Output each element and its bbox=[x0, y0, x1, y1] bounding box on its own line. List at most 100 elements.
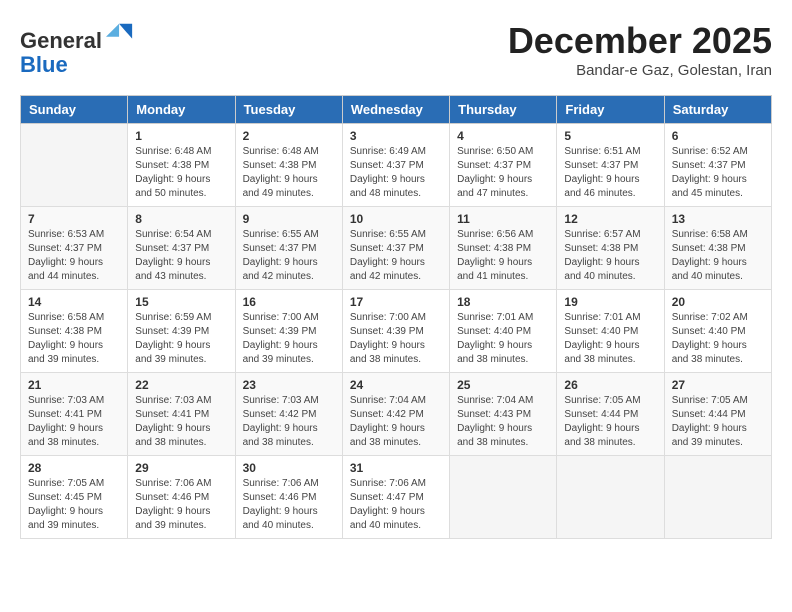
sunrise-text: Sunrise: 7:02 AM bbox=[672, 311, 764, 325]
sunrise-text: Sunrise: 7:05 AM bbox=[564, 394, 656, 408]
day-number: 22 bbox=[135, 378, 227, 392]
sunset-text: Sunset: 4:40 PM bbox=[672, 325, 764, 339]
sunset-text: Sunset: 4:37 PM bbox=[350, 159, 442, 173]
daylight-text: Daylight: 9 hoursand 39 minutes. bbox=[672, 422, 764, 450]
sunrise-text: Sunrise: 7:03 AM bbox=[135, 394, 227, 408]
sunrise-text: Sunrise: 6:57 AM bbox=[564, 228, 656, 242]
sunset-text: Sunset: 4:41 PM bbox=[135, 408, 227, 422]
calendar-cell: 8Sunrise: 6:54 AMSunset: 4:37 PMDaylight… bbox=[128, 207, 235, 290]
day-number: 13 bbox=[672, 212, 764, 226]
daylight-text: Daylight: 9 hoursand 38 minutes. bbox=[457, 339, 549, 367]
daylight-text: Daylight: 9 hoursand 39 minutes. bbox=[135, 505, 227, 533]
sunset-text: Sunset: 4:46 PM bbox=[135, 491, 227, 505]
day-info: Sunrise: 6:58 AMSunset: 4:38 PMDaylight:… bbox=[28, 311, 120, 367]
calendar-cell: 16Sunrise: 7:00 AMSunset: 4:39 PMDayligh… bbox=[235, 290, 342, 373]
day-number: 20 bbox=[672, 295, 764, 309]
day-info: Sunrise: 6:57 AMSunset: 4:38 PMDaylight:… bbox=[564, 228, 656, 284]
sunrise-text: Sunrise: 7:01 AM bbox=[457, 311, 549, 325]
day-info: Sunrise: 7:00 AMSunset: 4:39 PMDaylight:… bbox=[350, 311, 442, 367]
day-number: 16 bbox=[243, 295, 335, 309]
calendar-cell: 11Sunrise: 6:56 AMSunset: 4:38 PMDayligh… bbox=[450, 207, 557, 290]
day-number: 23 bbox=[243, 378, 335, 392]
location-subtitle: Bandar-e Gaz, Golestan, Iran bbox=[508, 62, 772, 79]
sunrise-text: Sunrise: 6:58 AM bbox=[28, 311, 120, 325]
day-info: Sunrise: 6:54 AMSunset: 4:37 PMDaylight:… bbox=[135, 228, 227, 284]
sunrise-text: Sunrise: 6:56 AM bbox=[457, 228, 549, 242]
logo-blue-text: Blue bbox=[20, 52, 68, 77]
day-number: 2 bbox=[243, 129, 335, 143]
calendar-cell: 13Sunrise: 6:58 AMSunset: 4:38 PMDayligh… bbox=[664, 207, 771, 290]
sunset-text: Sunset: 4:37 PM bbox=[135, 242, 227, 256]
calendar-cell: 25Sunrise: 7:04 AMSunset: 4:43 PMDayligh… bbox=[450, 373, 557, 456]
calendar-cell: 6Sunrise: 6:52 AMSunset: 4:37 PMDaylight… bbox=[664, 124, 771, 207]
calendar-cell bbox=[21, 124, 128, 207]
calendar-cell: 5Sunrise: 6:51 AMSunset: 4:37 PMDaylight… bbox=[557, 124, 664, 207]
sunset-text: Sunset: 4:45 PM bbox=[28, 491, 120, 505]
daylight-text: Daylight: 9 hoursand 39 minutes. bbox=[135, 339, 227, 367]
day-info: Sunrise: 6:50 AMSunset: 4:37 PMDaylight:… bbox=[457, 145, 549, 201]
calendar-cell: 20 Sunrise: 7:02 AMSunset: 4:40 PMDayligh… bbox=[664, 290, 771, 373]
day-info: Sunrise: 6:49 AMSunset: 4:37 PMDaylight:… bbox=[350, 145, 442, 201]
daylight-text: Daylight: 9 hoursand 38 minutes. bbox=[672, 339, 764, 367]
sunset-text: Sunset: 4:38 PM bbox=[564, 242, 656, 256]
calendar-cell: 27 Sunrise: 7:05 AMSunset: 4:44 PMDayligh… bbox=[664, 373, 771, 456]
sunrise-text: Sunrise: 6:51 AM bbox=[564, 145, 656, 159]
day-number: 28 bbox=[28, 461, 120, 475]
daylight-text: Daylight: 9 hoursand 38 minutes. bbox=[564, 339, 656, 367]
day-info: Sunrise: 6:55 AMSunset: 4:37 PMDaylight:… bbox=[350, 228, 442, 284]
day-info: Sunrise: 6:59 AMSunset: 4:39 PMDaylight:… bbox=[135, 311, 227, 367]
day-number: 9 bbox=[243, 212, 335, 226]
column-header-saturday: Saturday bbox=[664, 96, 771, 124]
day-info: Sunrise: 7:01 AMSunset: 4:40 PMDaylight:… bbox=[457, 311, 549, 367]
sunset-text: Sunset: 4:37 PM bbox=[457, 159, 549, 173]
sunrise-text: Sunrise: 7:06 AM bbox=[135, 477, 227, 491]
sunrise-text: Sunrise: 6:52 AM bbox=[672, 145, 764, 159]
daylight-text: Daylight: 9 hoursand 40 minutes. bbox=[564, 256, 656, 284]
calendar-cell: 4Sunrise: 6:50 AMSunset: 4:37 PMDaylight… bbox=[450, 124, 557, 207]
daylight-text: Daylight: 9 hoursand 39 minutes. bbox=[28, 505, 120, 533]
sunset-text: Sunset: 4:37 PM bbox=[28, 242, 120, 256]
sunrise-text: Sunrise: 7:04 AM bbox=[457, 394, 549, 408]
sunset-text: Sunset: 4:38 PM bbox=[28, 325, 120, 339]
daylight-text: Daylight: 9 hoursand 42 minutes. bbox=[243, 256, 335, 284]
sunrise-text: Sunrise: 6:54 AM bbox=[135, 228, 227, 242]
calendar-cell: 12Sunrise: 6:57 AMSunset: 4:38 PMDayligh… bbox=[557, 207, 664, 290]
sunrise-text: Sunrise: 6:55 AM bbox=[243, 228, 335, 242]
day-number: 26 bbox=[564, 378, 656, 392]
day-number: 11 bbox=[457, 212, 549, 226]
day-info: Sunrise: 7:05 AMSunset: 4:44 PMDaylight:… bbox=[672, 394, 764, 450]
calendar-week-1: 1 Sunrise: 6:48 AMSunset: 4:38 PMDaylight… bbox=[21, 124, 772, 207]
sunset-text: Sunset: 4:41 PM bbox=[28, 408, 120, 422]
sunset-text: Sunset: 4:40 PM bbox=[564, 325, 656, 339]
sunrise-text: Sunrise: 6:59 AM bbox=[135, 311, 227, 325]
daylight-text: Daylight: 9 hoursand 38 minutes. bbox=[135, 422, 227, 450]
calendar-cell: 18 Sunrise: 7:01 AMSunset: 4:40 PMDayligh… bbox=[450, 290, 557, 373]
sunrise-text: Sunrise: 7:04 AM bbox=[350, 394, 442, 408]
calendar-cell: 7Sunrise: 6:53 AMSunset: 4:37 PMDaylight… bbox=[21, 207, 128, 290]
calendar-cell: 19Sunrise: 7:01 AMSunset: 4:40 PMDayligh… bbox=[557, 290, 664, 373]
calendar-week-4: 21Sunrise: 7:03 AMSunset: 4:41 PMDayligh… bbox=[21, 373, 772, 456]
daylight-text: Daylight: 9 hoursand 38 minutes. bbox=[350, 339, 442, 367]
daylight-text: Daylight: 9 hoursand 42 minutes. bbox=[350, 256, 442, 284]
day-number: 18 bbox=[457, 295, 549, 309]
day-number: 1 bbox=[135, 129, 227, 143]
sunrise-text: Sunrise: 7:06 AM bbox=[243, 477, 335, 491]
daylight-text: Daylight: 9 hoursand 41 minutes. bbox=[457, 256, 549, 284]
sunset-text: Sunset: 4:43 PM bbox=[457, 408, 549, 422]
sunset-text: Sunset: 4:42 PM bbox=[243, 408, 335, 422]
daylight-text: Daylight: 9 hoursand 38 minutes. bbox=[564, 422, 656, 450]
column-header-friday: Friday bbox=[557, 96, 664, 124]
day-number: 27 bbox=[672, 378, 764, 392]
day-number: 3 bbox=[350, 129, 442, 143]
sunset-text: Sunset: 4:39 PM bbox=[350, 325, 442, 339]
column-header-wednesday: Wednesday bbox=[342, 96, 449, 124]
daylight-text: Daylight: 9 hoursand 48 minutes. bbox=[350, 173, 442, 201]
day-number: 17 bbox=[350, 295, 442, 309]
column-header-thursday: Thursday bbox=[450, 96, 557, 124]
calendar-week-3: 14Sunrise: 6:58 AMSunset: 4:38 PMDayligh… bbox=[21, 290, 772, 373]
sunset-text: Sunset: 4:40 PM bbox=[457, 325, 549, 339]
day-info: Sunrise: 6:48 AMSunset: 4:38 PMDaylight:… bbox=[243, 145, 335, 201]
calendar-cell: 23Sunrise: 7:03 AMSunset: 4:42 PMDayligh… bbox=[235, 373, 342, 456]
day-info: Sunrise: 7:03 AMSunset: 4:41 PMDaylight:… bbox=[28, 394, 120, 450]
sunrise-text: Sunrise: 6:50 AM bbox=[457, 145, 549, 159]
